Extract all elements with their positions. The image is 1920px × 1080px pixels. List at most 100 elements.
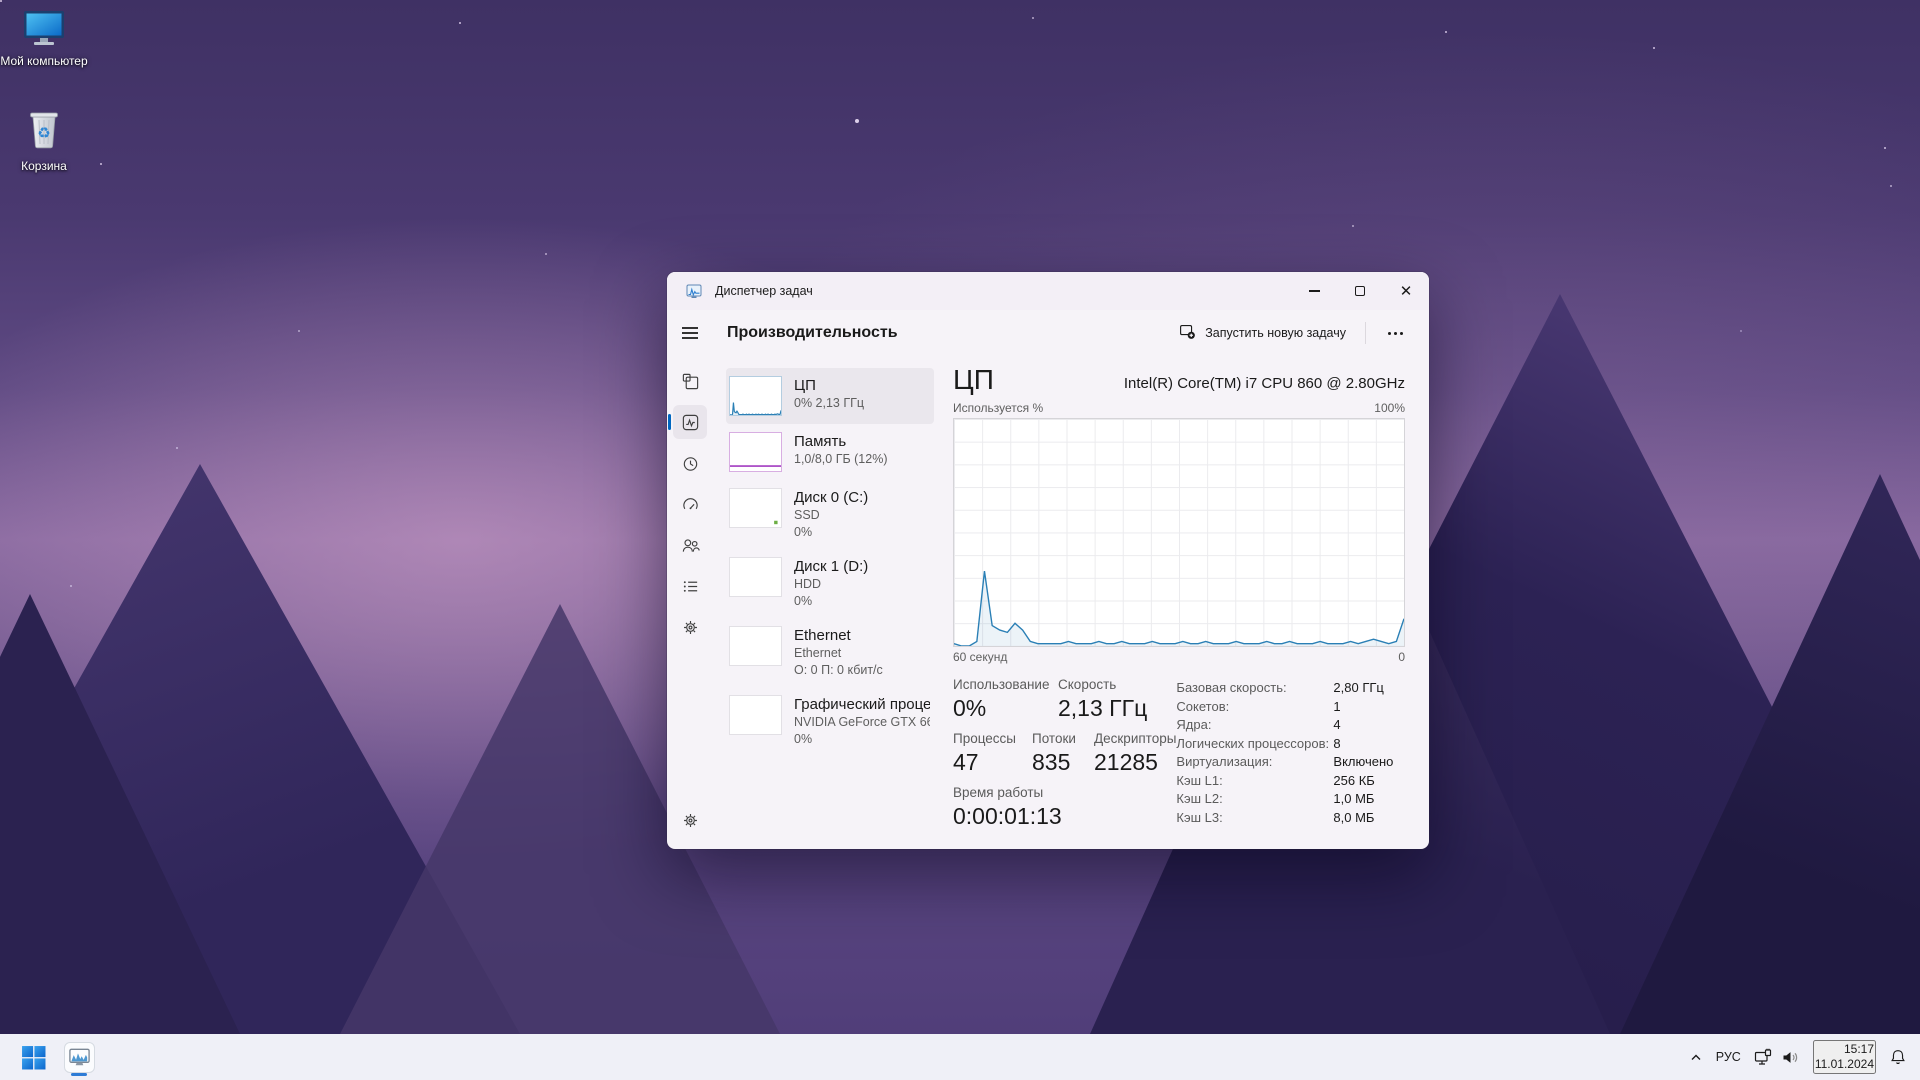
taskbar: РУС 15:17 11.01.2024 (0, 1034, 1920, 1080)
desktop: Мой компьютер ♻ Корзина (0, 0, 1920, 1080)
recycle-bin-icon: ♻ (24, 138, 64, 155)
detail-value: 8,0 МБ (1333, 809, 1374, 828)
list-item-title: Диск 0 (C:) (794, 488, 868, 507)
more-options-button[interactable] (1376, 326, 1415, 341)
services-gear-icon (681, 618, 700, 637)
active-app-indicator (71, 1073, 87, 1076)
navigation-menu-button[interactable] (667, 313, 713, 353)
desktop-icon-recycle-bin[interactable]: ♻ Корзина (0, 105, 88, 174)
titlebar[interactable]: Диспетчер задач ✕ (667, 272, 1429, 310)
list-item-sub: Ethernet (794, 645, 883, 662)
sidebar (667, 356, 713, 849)
cpu-stats: Использование 0% Скорость 2,13 ГГц Проце… (953, 677, 1176, 839)
cpu-usage-chart (953, 418, 1405, 647)
sidebar-item-startup-apps[interactable] (673, 487, 707, 521)
chart-x-right: 0 (1398, 650, 1405, 664)
run-new-task-button[interactable]: Запустить новую задачу (1170, 316, 1355, 350)
wallpaper-stars (0, 0, 2, 2)
close-button[interactable]: ✕ (1383, 272, 1429, 310)
detail-label: Виртуализация: (1176, 753, 1333, 772)
detail-label: Сокетов: (1176, 698, 1333, 717)
header: Производительность Запустить новую задач… (667, 310, 1429, 356)
minimize-button[interactable] (1291, 272, 1337, 310)
task-manager-taskbar-icon (64, 1042, 95, 1073)
detail-label: Кэш L1: (1176, 772, 1333, 791)
sidebar-item-users[interactable] (673, 528, 707, 562)
list-item-sub: SSD (794, 507, 868, 524)
detail-value: 2,80 ГГц (1333, 679, 1383, 698)
chart-x-left: 60 секунд (953, 650, 1007, 664)
list-item-sub: HDD (794, 576, 868, 593)
tray-status-icons[interactable] (1754, 1048, 1800, 1067)
tray-chevron-button[interactable] (1689, 1051, 1703, 1064)
chart-y-label: Используется % (953, 401, 1043, 415)
taskbar-time: 15:17 (1815, 1042, 1874, 1057)
detail-value: Включено (1333, 753, 1393, 772)
list-item-title: Память (794, 432, 888, 451)
speaker-icon (1781, 1048, 1800, 1067)
language-indicator[interactable]: РУС (1716, 1050, 1741, 1064)
my-computer-icon (21, 33, 67, 50)
list-item-disk0[interactable]: Диск 0 (C:) SSD 0% (726, 480, 934, 549)
cpu-details: Базовая скорость:2,80 ГГц Сокетов:1 Ядра… (1176, 677, 1405, 839)
users-icon (681, 536, 700, 555)
list-item-cpu[interactable]: ЦП 0% 2,13 ГГц (726, 368, 934, 424)
list-item-title: Диск 1 (D:) (794, 557, 868, 576)
list-item-sub: О: 0 П: 0 кбит/с (794, 662, 883, 679)
threads-label: Потоки (1032, 731, 1094, 746)
gpu-mini-chart (729, 695, 782, 735)
sidebar-item-performance[interactable] (673, 405, 707, 439)
task-manager-app-icon (686, 283, 702, 299)
uptime-value: 0:00:01:13 (953, 803, 1062, 830)
handles-value: 21285 (1094, 749, 1176, 776)
detail-value: 4 (1333, 716, 1340, 735)
list-item-title: Ethernet (794, 626, 883, 645)
sidebar-item-settings[interactable] (673, 803, 707, 837)
windows-logo-icon (21, 1045, 46, 1070)
cpu-panel: ЦП Intel(R) Core(TM) i7 CPU 860 @ 2.80GH… (942, 356, 1429, 849)
run-new-task-label: Запустить новую задачу (1205, 326, 1346, 340)
disk1-mini-chart (729, 557, 782, 597)
speed-label: Скорость (1058, 677, 1147, 692)
detail-value: 256 КБ (1333, 772, 1374, 791)
list-item-title: ЦП (794, 376, 864, 395)
list-item-sub: NVIDIA GeForce GTX 660 (794, 714, 930, 731)
detail-label: Кэш L3: (1176, 809, 1333, 828)
sidebar-item-details[interactable] (673, 569, 707, 603)
list-item-gpu[interactable]: Графический процессор NVIDIA GeForce GTX… (726, 687, 934, 756)
sidebar-item-services[interactable] (673, 610, 707, 644)
list-item-ethernet[interactable]: Ethernet Ethernet О: 0 П: 0 кбит/с (726, 618, 934, 687)
new-task-icon (1179, 323, 1196, 343)
settings-gear-icon (681, 811, 700, 830)
start-button[interactable] (13, 1037, 53, 1077)
chevron-up-icon (1689, 1051, 1703, 1064)
list-item-sub: 0% 2,13 ГГц (794, 395, 864, 412)
taskbar-date: 11.01.2024 (1815, 1057, 1874, 1072)
list-item-memory[interactable]: Память 1,0/8,0 ГБ (12%) (726, 424, 934, 480)
ethernet-mini-chart (729, 626, 782, 666)
sidebar-item-app-history[interactable] (673, 446, 707, 480)
list-item-disk1[interactable]: Диск 1 (D:) HDD 0% (726, 549, 934, 618)
window-controls: ✕ (1291, 272, 1429, 310)
chart-y-max: 100% (1374, 401, 1405, 415)
notifications-button[interactable] (1889, 1048, 1907, 1066)
detail-value: 1,0 МБ (1333, 790, 1374, 809)
speed-value: 2,13 ГГц (1058, 695, 1147, 722)
page-title: Производительность (727, 324, 898, 342)
taskbar-task-manager-button[interactable] (59, 1037, 99, 1077)
taskbar-clock[interactable]: 15:17 11.01.2024 (1813, 1040, 1876, 1074)
detail-label: Базовая скорость: (1176, 679, 1333, 698)
performance-icon (681, 413, 700, 432)
detail-value: 1 (1333, 698, 1340, 717)
maximize-button[interactable] (1337, 272, 1383, 310)
startup-gauge-icon (681, 495, 700, 514)
list-item-title: Графический процессор (794, 695, 930, 714)
bell-icon (1889, 1048, 1907, 1066)
sidebar-item-processes[interactable] (673, 364, 707, 398)
desktop-icon-my-computer[interactable]: Мой компьютер (0, 10, 88, 69)
disk0-mini-chart (729, 488, 782, 528)
header-divider (1365, 322, 1366, 344)
details-list-icon (681, 577, 700, 596)
performance-resource-list: ЦП 0% 2,13 ГГц Память 1,0/8,0 ГБ (12%) (713, 356, 942, 849)
detail-label: Ядра: (1176, 716, 1333, 735)
